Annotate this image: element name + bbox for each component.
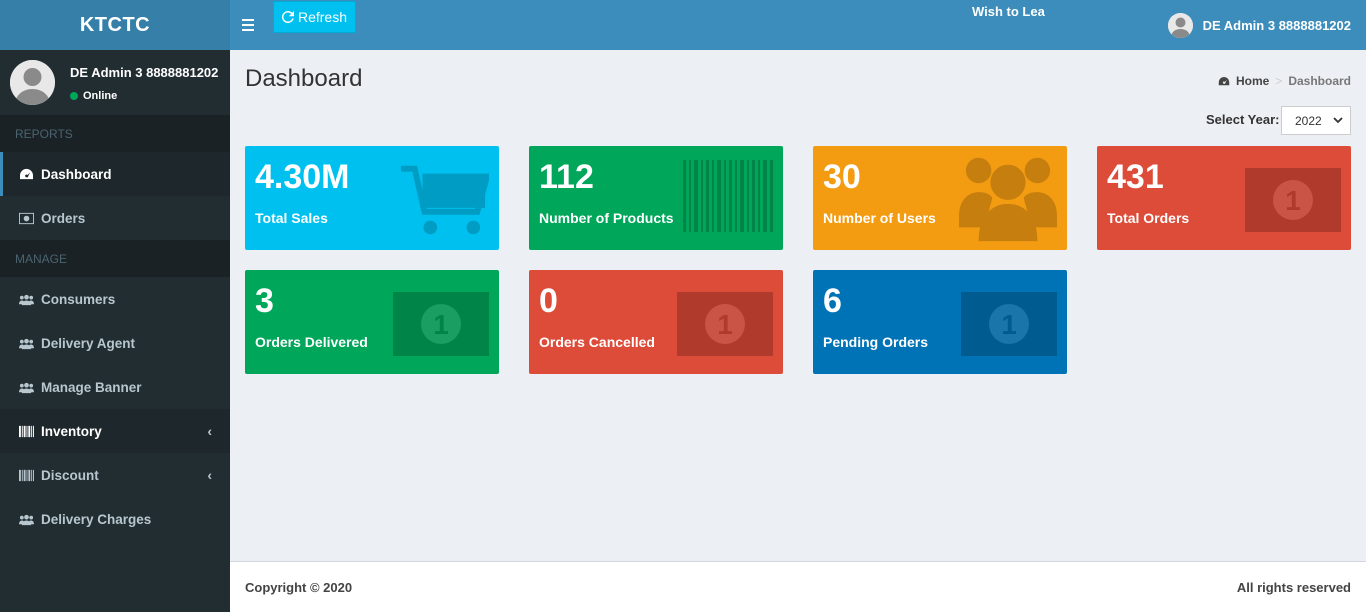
stat-box-orders-delivered[interactable]: 3 Orders Delivered 1 (245, 270, 499, 374)
sidebar-item-dashboard[interactable]: Dashboard (0, 152, 230, 196)
section-header-reports: REPORTS (0, 115, 230, 152)
chevron-left-icon: ‹ (207, 423, 212, 439)
stat-label: Total Sales (255, 210, 328, 226)
users-icon (959, 157, 1057, 242)
year-select-value: 2022 (1295, 113, 1322, 128)
stat-value: 431 (1107, 158, 1164, 196)
svg-text:1: 1 (1285, 185, 1301, 216)
stat-value: 3 (255, 282, 274, 320)
status-label: Online (83, 90, 118, 102)
refresh-button[interactable]: Refresh (273, 1, 356, 33)
dashboard-icon (18, 168, 34, 181)
stat-box-products[interactable]: 112 Number of Products (529, 146, 783, 250)
year-select[interactable]: 2022 (1281, 106, 1351, 135)
money-icon: 1 (393, 292, 489, 356)
stat-value: 6 (823, 282, 842, 320)
sidebar-item-consumers[interactable]: Consumers (0, 277, 230, 321)
online-dot-icon (70, 92, 78, 100)
user-status: Online (70, 90, 117, 102)
sidebar-item-inventory[interactable]: Inventory ‹ (0, 409, 230, 453)
sidebar-item-discount[interactable]: Discount ‹ (0, 453, 230, 497)
stat-label: Number of Users (823, 210, 936, 226)
user-panel: DE Admin 3 8888881202 Online (0, 50, 230, 115)
sidebar-item-orders[interactable]: Orders (0, 196, 230, 240)
sidebar-item-delivery-agent[interactable]: Delivery Agent (0, 321, 230, 365)
money-icon: 1 (961, 292, 1057, 356)
refresh-label: Refresh (297, 9, 348, 25)
sidebar-toggle-icon[interactable] (242, 16, 260, 34)
dashboard-icon (1218, 76, 1230, 85)
year-label: Select Year: (1206, 112, 1280, 127)
users-icon (18, 337, 34, 350)
main-content: Dashboard Home > Dashboard Select Year: … (230, 50, 1366, 561)
stat-label: Number of Products (539, 210, 674, 226)
wish-text: Wish to Lea (972, 4, 1045, 19)
chevron-down-icon (1333, 117, 1343, 124)
cart-icon (401, 165, 489, 235)
stat-value: 30 (823, 158, 861, 196)
sidebar-item-label: Inventory (41, 423, 102, 439)
sidebar-item-label: Manage Banner (41, 379, 142, 395)
footer-copyright: Copyright © 2020 (245, 580, 353, 595)
stat-box-total-sales[interactable]: 4.30M Total Sales (245, 146, 499, 250)
barcode-icon (18, 425, 34, 438)
user-name-top: DE Admin 3 8888881202 (1202, 18, 1351, 33)
users-icon (18, 513, 34, 526)
sidebar-item-label: Delivery Agent (41, 335, 136, 351)
money-icon: 1 (677, 292, 773, 356)
stat-label: Pending Orders (823, 334, 929, 350)
avatar (10, 60, 55, 105)
page-title: Dashboard (245, 65, 363, 92)
svg-text:1: 1 (717, 309, 733, 340)
users-icon (18, 293, 34, 306)
barcode-icon (683, 160, 773, 232)
svg-text:1: 1 (1001, 309, 1017, 340)
money-icon (18, 212, 34, 225)
stat-label: Total Orders (1107, 210, 1190, 226)
footer-rights: All rights reserved (1236, 580, 1351, 595)
sidebar-item-label: Delivery Charges (41, 511, 152, 527)
sidebar-item-delivery-charges[interactable]: Delivery Charges (0, 497, 230, 541)
stat-box-users[interactable]: 30 Number of Users (813, 146, 1067, 250)
breadcrumb-separator: > (1275, 74, 1283, 88)
breadcrumb-home-label: Home (1235, 74, 1270, 88)
user-name: DE Admin 3 8888881202 (70, 65, 219, 80)
users-icon (18, 381, 34, 394)
sidebar-item-label: Orders (41, 210, 86, 226)
breadcrumb-current: Dashboard (1288, 74, 1351, 88)
stat-box-pending-orders[interactable]: 6 Pending Orders 1 (813, 270, 1067, 374)
sidebar-item-label: Consumers (41, 291, 116, 307)
breadcrumb: Home > Dashboard (1218, 74, 1351, 88)
section-header-manage: MANAGE (0, 240, 230, 277)
stat-value: 4.30M (255, 158, 350, 196)
stat-value: 0 (539, 282, 558, 320)
sidebar-item-manage-banner[interactable]: Manage Banner (0, 365, 230, 409)
stat-box-total-orders[interactable]: 431 Total Orders 1 (1097, 146, 1351, 250)
sidebar-item-label: Discount (41, 467, 99, 483)
sidebar-item-label: Dashboard (41, 166, 112, 182)
svg-text:1: 1 (433, 309, 449, 340)
brand-logo[interactable]: KTCTC (0, 0, 230, 50)
top-navbar: Refresh Wish to Lea DE Admin 3 888888120… (230, 0, 1366, 50)
refresh-icon (281, 11, 294, 23)
footer: Copyright © 2020 All rights reserved (230, 561, 1366, 612)
barcode-icon (18, 469, 34, 482)
stat-value: 112 (539, 158, 594, 196)
money-icon: 1 (1245, 168, 1341, 232)
stat-label: Orders Cancelled (539, 334, 655, 350)
avatar (1167, 13, 1193, 38)
stat-box-orders-cancelled[interactable]: 0 Orders Cancelled 1 (529, 270, 783, 374)
sidebar: DE Admin 3 8888881202 Online REPORTS Das… (0, 50, 230, 612)
user-menu[interactable]: DE Admin 3 8888881202 (1167, 13, 1351, 38)
stat-label: Orders Delivered (255, 334, 368, 350)
chevron-left-icon: ‹ (207, 467, 212, 483)
breadcrumb-home[interactable]: Home (1218, 74, 1269, 88)
